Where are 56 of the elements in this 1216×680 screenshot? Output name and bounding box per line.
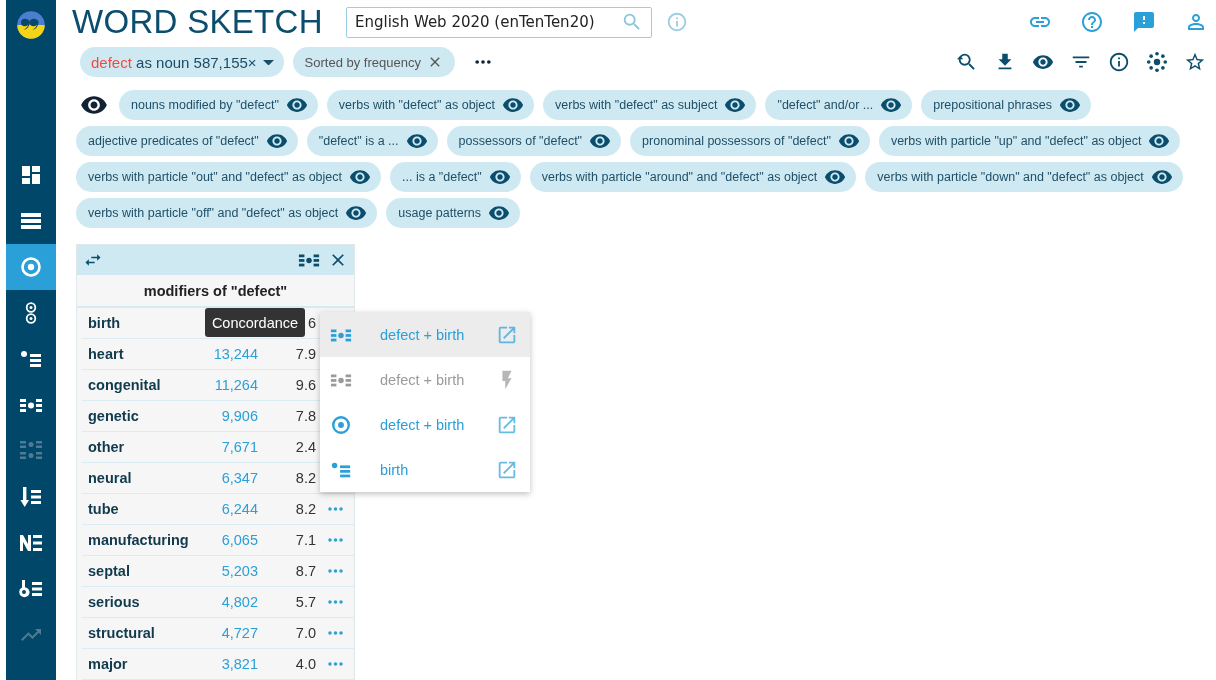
relation-chip[interactable]: verbs with particle "down" and "defect" as object: [865, 162, 1183, 192]
word-cell[interactable]: manufacturing: [82, 532, 192, 548]
query-text: defect as noun 587,155×: [91, 53, 257, 71]
word-cell[interactable]: birth: [82, 315, 192, 331]
logo-icon[interactable]: [16, 10, 46, 40]
relation-chip[interactable]: possessors of "defect": [446, 126, 622, 156]
word-cell[interactable]: congenital: [82, 377, 192, 393]
relation-chip[interactable]: ... is a "defect": [390, 162, 521, 192]
tooltip: Concordance: [205, 308, 305, 337]
target-icon: [19, 255, 43, 279]
caret-icon: [262, 59, 274, 66]
sort-label: Sorted by frequency: [304, 54, 421, 70]
relation-chip[interactable]: "defect" is a ...: [306, 126, 438, 156]
score-cell-text: 7.0: [294, 625, 316, 641]
score-cell-text: 8.7: [294, 563, 316, 579]
score-cell-text: 8.2: [294, 501, 316, 517]
help-icon[interactable]: [1080, 10, 1104, 35]
relation-chip[interactable]: pronominal possessors of "defect": [630, 126, 870, 156]
word-cell[interactable]: heart: [82, 346, 192, 362]
relation-chip[interactable]: "defect" and/or ...: [765, 90, 913, 120]
word-cell[interactable]: neural: [82, 470, 192, 486]
word-cell[interactable]: tube: [82, 501, 192, 517]
word-cell[interactable]: other: [82, 439, 192, 455]
cluster-icon[interactable]: [1146, 51, 1168, 74]
score-cell-text: 2.4: [294, 439, 316, 455]
word-cell[interactable]: genetic: [82, 408, 192, 424]
relation-chip[interactable]: prepositional phrases: [921, 90, 1091, 120]
info-icon[interactable]: [1108, 51, 1130, 74]
feedback-icon[interactable]: [1132, 10, 1156, 35]
score-cell-text: 4.0: [294, 656, 316, 672]
relation-chip[interactable]: verbs with "defect" as subject: [543, 90, 757, 120]
score-cell-text: 9.6: [294, 377, 316, 393]
word-cell[interactable]: structural: [82, 625, 192, 641]
relation-chip[interactable]: usage patterns: [386, 198, 520, 228]
relation-chip[interactable]: nouns modified by "defect": [119, 90, 318, 120]
relation-chip[interactable]: verbs with particle "up" and "defect" as object: [878, 126, 1181, 156]
target-icon: [330, 413, 352, 436]
score-cell-text: 7.9: [294, 346, 316, 362]
relation-chip[interactable]: verbs with particle "out" and "defect" as object: [76, 162, 381, 192]
page-title: WORD SKETCH: [72, 3, 324, 42]
score-cell-text: 8.2: [294, 470, 316, 486]
word-cell[interactable]: major: [82, 656, 192, 672]
score-cell-text: 5.7: [294, 594, 316, 610]
relation-chip[interactable]: verbs with particle "off" and "defect" as object: [76, 198, 378, 228]
dashboard-icon: [19, 163, 43, 187]
relation-chip[interactable]: verbs with particle "around" and "defect" as object: [529, 162, 857, 192]
corpus-field[interactable]: English Web 2020 (enTenTen20): [346, 6, 652, 38]
arrow-list-icon: [19, 485, 43, 509]
score-cell-text: 7.1: [294, 532, 316, 548]
relation-chip[interactable]: verbs with "defect" as object: [326, 90, 535, 120]
word-cell[interactable]: serious: [82, 594, 192, 610]
word-cell[interactable]: septal: [82, 563, 192, 579]
relation-chip[interactable]: adjective predicates of "defect": [76, 126, 298, 156]
score-cell-text: 7.8: [294, 408, 316, 424]
query-chip[interactable]: defect as noun 587,155×: [80, 47, 284, 78]
sort-chip[interactable]: Sorted by frequency: [292, 47, 455, 78]
